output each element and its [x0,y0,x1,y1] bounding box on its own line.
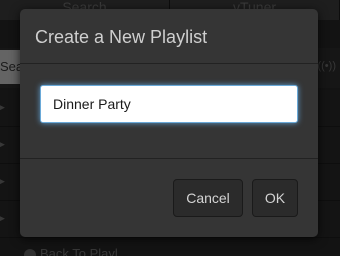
playlist-name-input[interactable] [40,85,298,123]
dialog-header: Create a New Playlist [20,9,318,64]
dialog-footer: Cancel OK [20,159,318,237]
dialog-title: Create a New Playlist [35,27,208,47]
create-playlist-dialog: Create a New Playlist Cancel OK [20,9,318,237]
dialog-body [20,64,318,159]
cancel-button[interactable]: Cancel [173,179,243,217]
app-window: Search vTuner Sea ((•)) ▶ ▶ ▶ ▶ Back To … [0,0,340,256]
ok-button[interactable]: OK [252,179,298,217]
